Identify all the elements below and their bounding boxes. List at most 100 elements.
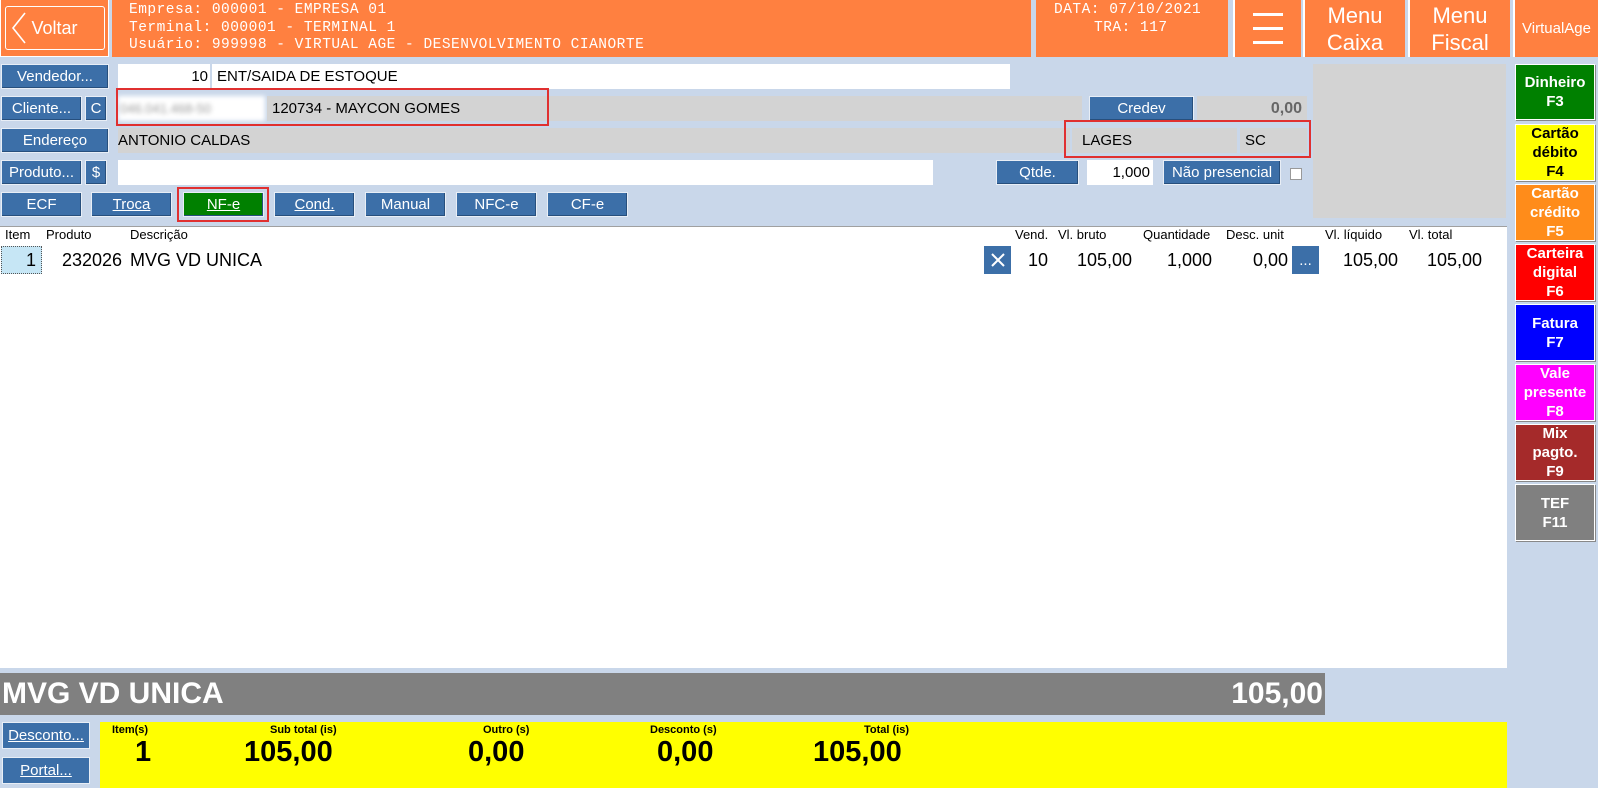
total-label: Total (is)	[864, 724, 910, 736]
payment-label: Cartão	[1531, 125, 1579, 142]
payment-label: Fatura	[1532, 314, 1578, 332]
cliente-c-button[interactable]: C	[85, 96, 107, 121]
payment-cartao-credito-button[interactable]: Cartão crédito F5	[1515, 184, 1595, 241]
payment-label: F9	[1546, 463, 1564, 480]
payment-cartao-debito-button[interactable]: Cartão débito F4	[1515, 124, 1595, 181]
produto-button[interactable]: Produto...	[1, 160, 82, 185]
credev-value: 0,00	[1197, 96, 1307, 121]
doc-type-troca-button[interactable]: Troca	[91, 192, 172, 217]
doc-type-cfe-button[interactable]: CF-e	[547, 192, 628, 217]
col-header-vl-total: Vl. total	[1409, 227, 1453, 242]
payment-label: Mix	[1542, 425, 1568, 442]
qtde-button[interactable]: Qtde.	[996, 160, 1079, 185]
payment-fatura-button[interactable]: Fatura F7	[1515, 304, 1595, 361]
payment-label: crédito	[1529, 204, 1580, 221]
payment-label: F6	[1546, 283, 1564, 300]
credev-button[interactable]: Credev	[1089, 96, 1194, 121]
payment-label: F4	[1546, 163, 1564, 180]
col-header-desc-unit: Desc. unit	[1226, 227, 1284, 242]
col-header-vl-liquido: Vl. líquido	[1325, 227, 1383, 242]
menu-fiscal-button[interactable]: Menu Fiscal	[1408, 0, 1510, 57]
cell-descricao: MVG VD UNICA	[130, 249, 263, 270]
payment-label: Dinheiro	[1524, 74, 1586, 91]
hamburger-icon-line	[1253, 27, 1283, 30]
cliente-name-field: 120734 - MAYCON GOMES	[267, 96, 1082, 121]
doc-type-nfce-button[interactable]: NFC-e	[456, 192, 537, 217]
chevron-left-icon	[11, 12, 26, 44]
banner-product-value: 105,00	[1231, 677, 1323, 710]
menu-caixa-button[interactable]: Menu Caixa	[1303, 0, 1405, 57]
remove-item-button[interactable]	[984, 246, 1011, 274]
cell-item[interactable]: 1	[1, 246, 42, 274]
doc-type-ecf-button[interactable]: ECF	[1, 192, 82, 217]
payment-label: Cartão	[1531, 185, 1579, 202]
cell-vend: 10	[1028, 249, 1049, 270]
menu-caixa-label-1: Menu	[1327, 3, 1383, 28]
col-header-vl-bruto: Vl. bruto	[1058, 227, 1107, 242]
menu-fiscal-label-1: Menu	[1432, 3, 1488, 28]
totals-panel: Item(s) 1 Sub total (is) 105,00 Outro (s…	[100, 722, 1507, 788]
vendedor-code-field[interactable]: 10	[118, 64, 210, 89]
hamburger-icon-line	[1253, 41, 1283, 44]
desconto-button[interactable]: Desconto...	[2, 722, 90, 749]
qtde-input[interactable]: 1,000	[1087, 160, 1153, 185]
back-button[interactable]: Voltar	[0, 0, 109, 57]
back-label: Voltar	[31, 17, 78, 38]
payment-dinheiro-button[interactable]: Dinheiro F3	[1515, 64, 1595, 120]
cell-produto: 232026	[62, 249, 123, 270]
close-icon	[990, 253, 1005, 267]
payment-vale-presente-button[interactable]: Vale presente F8	[1515, 364, 1595, 421]
payment-label: presente	[1523, 384, 1587, 401]
payment-label: Vale	[1539, 365, 1571, 382]
uf-field: SC	[1240, 128, 1307, 153]
doc-type-nfe-button[interactable]: NF-e	[183, 192, 264, 217]
cell-vl-total: 105,00	[1427, 249, 1483, 270]
hamburger-icon-line	[1253, 13, 1283, 16]
col-header-quantidade: Quantidade	[1143, 227, 1211, 242]
col-header-vend: Vend.	[1015, 227, 1049, 242]
payment-label: F3	[1546, 93, 1564, 110]
items-value: 1	[135, 736, 152, 768]
endereco-field: ANTONIO CALDAS	[118, 128, 1070, 153]
doc-type-cond-button[interactable]: Cond.	[274, 192, 355, 217]
payment-label: TEF	[1540, 494, 1570, 512]
payment-label: Carteira	[1526, 245, 1584, 262]
subtotal-value: 105,00	[244, 736, 333, 768]
nao-presencial-button[interactable]: Não presencial	[1163, 160, 1281, 185]
cliente-button[interactable]: Cliente...	[1, 96, 82, 121]
payment-carteira-digital-button[interactable]: Carteira digital F6	[1515, 244, 1595, 301]
col-header-produto: Produto	[46, 227, 92, 242]
session-info: Empresa: 000001 - EMPRESA 01 Terminal: 0…	[112, 0, 1031, 57]
portal-button[interactable]: Portal...	[2, 757, 90, 784]
cell-vl-liquido: 105,00	[1343, 249, 1399, 270]
col-header-item: Item	[5, 227, 31, 242]
menu-fiscal-label-2: Fiscal	[1431, 30, 1489, 55]
payment-label: pagto.	[1532, 444, 1578, 461]
date-info: DATA: 07/10/2021 TRA: 117	[1036, 0, 1228, 57]
produto-price-button[interactable]: $	[85, 160, 107, 185]
nao-presencial-checkbox[interactable]	[1290, 168, 1302, 180]
payment-label: F7	[1546, 333, 1564, 351]
empresa-text: Empresa: 000001 - EMPRESA 01	[129, 2, 387, 18]
hamburger-menu-button[interactable]	[1233, 0, 1301, 57]
doc-type-manual-button[interactable]: Manual	[365, 192, 446, 217]
outro-value: 0,00	[468, 736, 525, 768]
banner-product-name: MVG VD UNICA	[2, 677, 224, 710]
cliente-document-field[interactable]: 046.041.468-50	[118, 96, 265, 121]
items-label: Item(s)	[112, 724, 149, 736]
terminal-text: Terminal: 000001 - TERMINAL 1	[129, 19, 396, 36]
endereco-button[interactable]: Endereço	[1, 128, 109, 153]
outro-label: Outro (s)	[483, 724, 530, 736]
total-value: 105,00	[813, 736, 902, 768]
cell-quantidade: 1,000	[1167, 249, 1213, 270]
desconto-label: Desconto (s)	[650, 724, 717, 736]
payment-mix-pagto-button[interactable]: Mix pagto. F9	[1515, 424, 1595, 481]
produto-input[interactable]	[118, 160, 933, 185]
vendedor-button[interactable]: Vendedor...	[1, 64, 109, 89]
date-text: DATA: 07/10/2021	[1054, 2, 1202, 18]
payment-tef-button[interactable]: TEF F11	[1515, 484, 1595, 541]
usuario-text: Usuário: 999998 - VIRTUAL AGE - DESENVOL…	[129, 37, 645, 53]
col-header-descricao: Descrição	[130, 227, 188, 242]
item-more-button[interactable]: ...	[1292, 246, 1319, 274]
vendedor-name-field: ENT/SAIDA DE ESTOQUE	[212, 64, 1010, 89]
